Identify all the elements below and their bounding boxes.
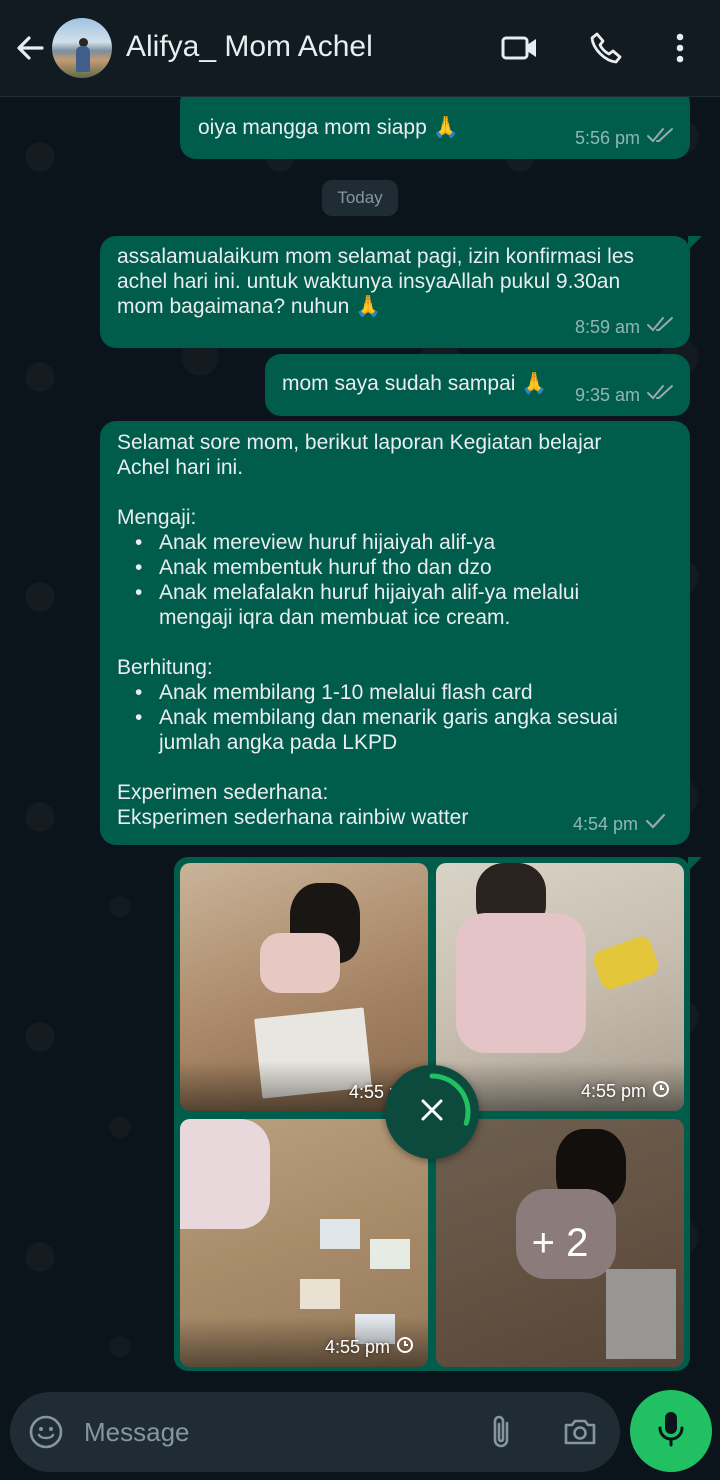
list-item: Anak membilang dan menarik garis angka s…: [117, 705, 657, 755]
report-intro: Selamat sore mom, berikut laporan Kegiat…: [117, 431, 602, 479]
message-bubble-outgoing[interactable]: oiya mangga mom siapp 🙏 5:56 pm: [180, 97, 690, 159]
message-composer[interactable]: Message: [10, 1392, 620, 1472]
message-meta: 8:59 am: [575, 315, 674, 340]
double-check-icon: [646, 126, 674, 151]
message-text: mom saya sudah sampai 🙏: [282, 372, 548, 395]
message-time: 5:56 pm: [574, 128, 640, 148]
single-check-icon: [644, 812, 666, 837]
more-options-icon[interactable]: [660, 28, 700, 68]
message-time: 9:35 am: [574, 385, 640, 405]
message-input[interactable]: Message: [84, 1417, 190, 1448]
message-time: 4:54 pm: [572, 814, 638, 834]
message-time: 8:59 am: [574, 317, 640, 337]
contact-avatar[interactable]: [52, 18, 112, 78]
double-check-icon: [646, 315, 674, 340]
section-title-experimen: Experimen sederhana:: [117, 781, 329, 804]
photo-timestamp: 4:55 pm: [581, 1080, 670, 1103]
clock-pending-icon: [652, 1080, 670, 1103]
message-bubble-outgoing[interactable]: assalamualaikum mom selamat pagi, izin k…: [100, 236, 702, 348]
photo-timestamp: 4:55 pm: [325, 1336, 414, 1359]
mengaji-list: Anak mereview huruf hijaiyah alif-ya Ana…: [117, 530, 657, 630]
close-icon: [419, 1097, 445, 1128]
contact-name[interactable]: Alifya_ Mom Achel: [126, 30, 373, 64]
message-bubble-outgoing[interactable]: mom saya sudah sampai 🙏 9:35 am: [265, 354, 690, 416]
date-separator: Today: [322, 180, 398, 216]
berhitung-list: Anak membilang 1-10 melalui flash card A…: [117, 680, 657, 755]
section-title-mengaji: Mengaji:: [117, 506, 197, 529]
camera-icon[interactable]: [560, 1412, 600, 1452]
list-item: Anak membentuk huruf tho dan dzo: [117, 555, 657, 580]
list-item: Anak membilang 1-10 melalui flash card: [117, 680, 657, 705]
list-item: Anak mereview huruf hijaiyah alif-ya: [117, 530, 657, 555]
mic-icon: [656, 1410, 686, 1453]
back-arrow-icon[interactable]: [12, 30, 48, 66]
chat-area[interactable]: oiya mangga mom siapp 🙏 5:56 pm Today as…: [0, 97, 720, 1387]
chat-header: Alifya_ Mom Achel: [0, 0, 720, 97]
voice-call-icon[interactable]: [586, 28, 626, 68]
message-meta: 4:54 pm: [573, 812, 666, 837]
double-check-icon: [646, 383, 674, 408]
report-body: Selamat sore mom, berikut laporan Kegiat…: [117, 430, 657, 830]
list-item: Anak melafalakn huruf hijaiyah alif-ya m…: [117, 580, 657, 630]
report-message-bubble[interactable]: Selamat sore mom, berikut laporan Kegiat…: [100, 421, 690, 845]
message-text: oiya mangga mom siapp 🙏: [198, 116, 459, 139]
cancel-upload-button[interactable]: [385, 1065, 479, 1159]
clock-pending-icon: [396, 1336, 414, 1359]
mic-button[interactable]: [630, 1390, 712, 1472]
attach-icon[interactable]: [482, 1412, 522, 1452]
section-title-berhitung: Berhitung:: [117, 656, 213, 679]
message-text: assalamualaikum mom selamat pagi, izin k…: [117, 245, 640, 318]
emoji-icon[interactable]: [26, 1412, 66, 1452]
message-meta: 5:56 pm: [575, 126, 674, 151]
message-meta: 9:35 am: [575, 383, 674, 408]
video-call-icon[interactable]: [500, 28, 540, 68]
